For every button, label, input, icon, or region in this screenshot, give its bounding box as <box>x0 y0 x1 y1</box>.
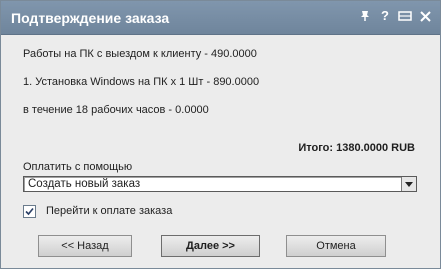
order-total: Итого: 1380.0000 RUB <box>298 142 415 154</box>
back-button[interactable]: << Назад <box>38 235 132 257</box>
go-to-payment-checkbox[interactable] <box>23 205 36 218</box>
help-icon[interactable]: ? <box>378 8 392 24</box>
close-icon[interactable] <box>418 8 432 24</box>
checkmark-icon <box>25 207 34 216</box>
chevron-down-icon[interactable] <box>401 177 416 191</box>
next-button[interactable]: Далее >> <box>161 235 260 257</box>
title-bar: Подтверждение заказа ? <box>1 1 440 35</box>
title-bar-icons: ? <box>358 8 432 24</box>
resize-icon[interactable] <box>398 8 412 24</box>
order-confirmation-dialog: Подтверждение заказа ? Работы на ПК с вы… <box>0 0 441 269</box>
payment-method-value: Создать новый заказ <box>28 178 141 190</box>
pin-icon[interactable] <box>358 8 372 24</box>
payment-method-select[interactable]: Создать новый заказ <box>23 176 417 192</box>
cancel-button[interactable]: Отмена <box>286 235 386 257</box>
order-line: Работы на ПК с выездом к клиенту - 490.0… <box>23 48 257 60</box>
go-to-payment-label: Перейти к оплате заказа <box>46 205 173 217</box>
order-line: в течение 18 рабочих часов - 0.0000 <box>23 104 209 116</box>
dialog-content: Работы на ПК с выездом к клиенту - 490.0… <box>1 35 440 268</box>
payment-method-label: Оплатить с помощью <box>23 161 133 173</box>
dialog-title: Подтверждение заказа <box>11 10 170 26</box>
order-line: 1. Установка Windows на ПК x 1 Шт - 890.… <box>23 76 260 88</box>
